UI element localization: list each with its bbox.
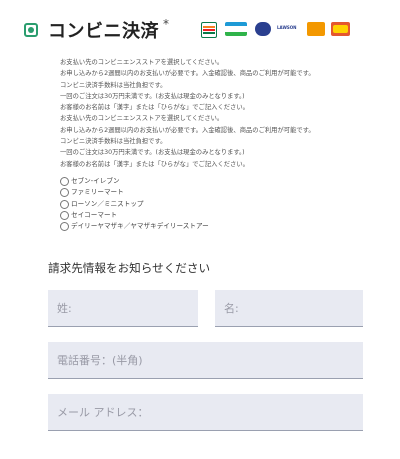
store-option-familymart[interactable]: ファミリーマート	[60, 187, 209, 198]
radio-circle-icon[interactable]	[60, 210, 69, 220]
seven-eleven-logo-icon	[201, 22, 217, 38]
store-option-lawson-ministop[interactable]: ローソン／ミニストップ	[60, 199, 209, 210]
store-option-label: デイリーヤマザキ／ヤマザキデイリーストアー	[71, 222, 209, 231]
note-line: お支払い先のコンビニエンスストアを選択してください。	[60, 115, 224, 123]
store-option-seven-eleven[interactable]: セブン-イレブン	[60, 176, 209, 187]
last-name-field[interactable]: 姓:	[48, 290, 198, 327]
daily-yamazaki-logo-icon	[331, 22, 350, 36]
store-option-label: ローソン／ミニストップ	[71, 199, 144, 208]
billing-section-title: 請求先情報をお知らせください	[48, 261, 211, 275]
phone-placeholder: 電話番号：(半角)	[57, 354, 143, 367]
payment-header: コンビニ決済 * LAWSON	[0, 0, 400, 60]
note-line: 一回のご注文は30万円未満です。(お支払は現金のみとなります。)	[60, 149, 245, 157]
store-option-label: ファミリーマート	[71, 188, 124, 197]
first-name-placeholder: 名:	[224, 302, 239, 315]
lawson-logo-icon	[255, 22, 271, 36]
email-placeholder: メール アドレス：	[57, 406, 149, 419]
radio-circle-icon[interactable]	[60, 199, 69, 209]
note-line: お申し込みから2週間以内のお支払いが必要です。入金確認後、商品のご利用が可能です…	[60, 126, 315, 134]
note-line: お客様のお名前は「漢字」または「ひらがな」でご記入ください。	[60, 104, 249, 112]
note-line: お支払い先のコンビニエンスストアを選択してください。	[60, 59, 224, 66]
note-line: 一回のご注文は30万円未満です。(お支払は現金のみとなります。)	[60, 92, 245, 100]
phone-field[interactable]: 電話番号：(半角)	[48, 342, 363, 379]
payment-title-text: コンビニ決済	[48, 21, 159, 42]
first-name-field[interactable]: 名:	[215, 290, 363, 327]
familymart-logo-icon	[225, 22, 247, 36]
last-name-placeholder: 姓:	[57, 302, 72, 315]
store-options: セブン-イレブン ファミリーマート ローソン／ミニストップ セイコーマート デイ…	[60, 176, 209, 232]
radio-circle-icon[interactable]	[60, 177, 69, 186]
store-option-seicomart[interactable]: セイコーマート	[60, 210, 209, 221]
required-mark: *	[163, 17, 170, 31]
radio-selected-dot	[28, 27, 34, 33]
email-field[interactable]: メール アドレス：	[48, 394, 363, 431]
store-option-label: セブン-イレブン	[71, 177, 120, 185]
convenience-payment-radio[interactable]	[24, 23, 38, 37]
note-line: お申し込みから2週間以内のお支払いが必要です。入金確認後、商品のご利用が可能です…	[60, 70, 315, 78]
seicomart-logo-icon	[307, 22, 325, 36]
note-line: コンビニ決済手数料は当社負担です。	[60, 138, 167, 146]
radio-circle-icon[interactable]	[60, 222, 69, 232]
payment-notes: お支払い先のコンビニエンスストアを選択してください。 お申し込みから2週間以内の…	[60, 57, 400, 170]
note-line: お客様のお名前は「漢字」または「ひらがな」でご記入ください。	[60, 160, 249, 168]
radio-circle-icon[interactable]	[60, 188, 69, 198]
store-option-label: セイコーマート	[71, 210, 118, 219]
store-option-daily-yamazaki[interactable]: デイリーヤマザキ／ヤマザキデイリーストアー	[60, 221, 209, 232]
lawson-logo-text: LAWSON	[277, 25, 297, 30]
note-line: コンビニ決済手数料は当社負担です。	[60, 81, 167, 89]
payment-method-title: コンビニ決済 *	[48, 17, 170, 43]
